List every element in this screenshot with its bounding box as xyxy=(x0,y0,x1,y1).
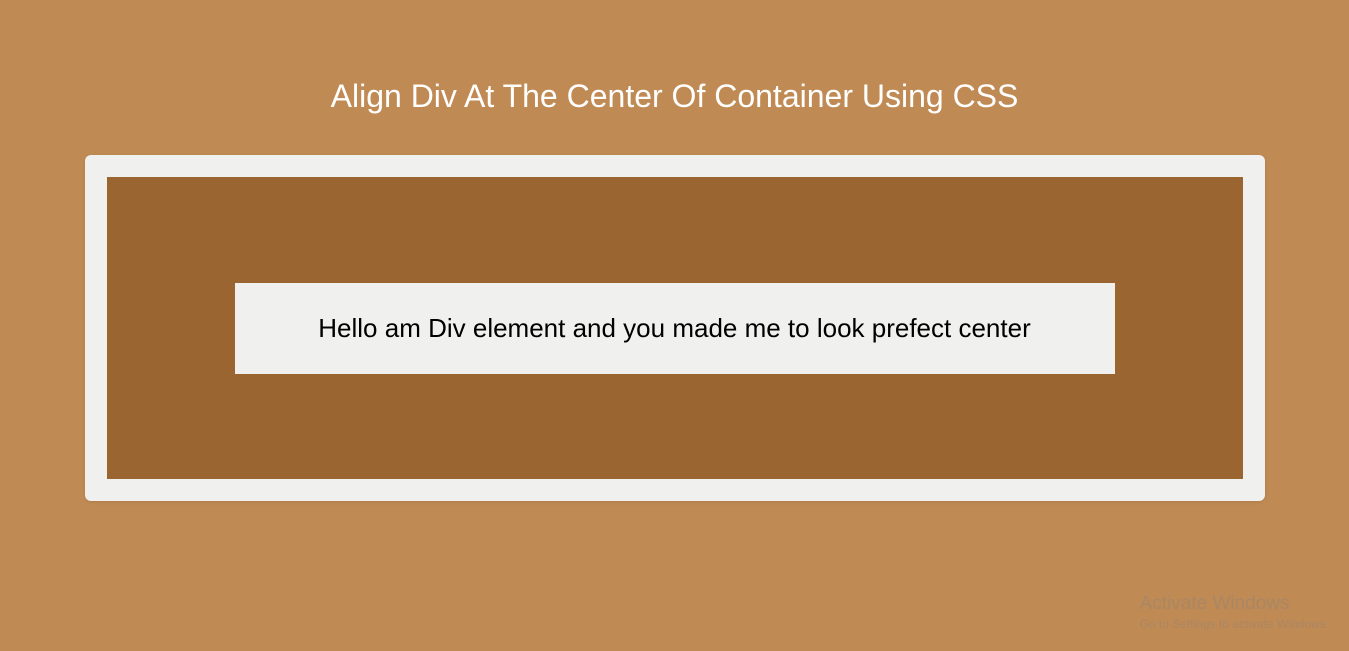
center-text: Hello am Div element and you made me to … xyxy=(318,313,1030,343)
inner-container: Hello am Div element and you made me to … xyxy=(107,177,1243,479)
watermark-subtitle: Go to Settings to activate Windows. xyxy=(1140,617,1329,631)
windows-activation-watermark: Activate Windows Go to Settings to activ… xyxy=(1140,593,1329,631)
watermark-title: Activate Windows xyxy=(1140,593,1329,615)
page-title: Align Div At The Center Of Container Usi… xyxy=(0,0,1349,155)
outer-container: Hello am Div element and you made me to … xyxy=(85,155,1265,501)
center-box: Hello am Div element and you made me to … xyxy=(235,283,1115,374)
